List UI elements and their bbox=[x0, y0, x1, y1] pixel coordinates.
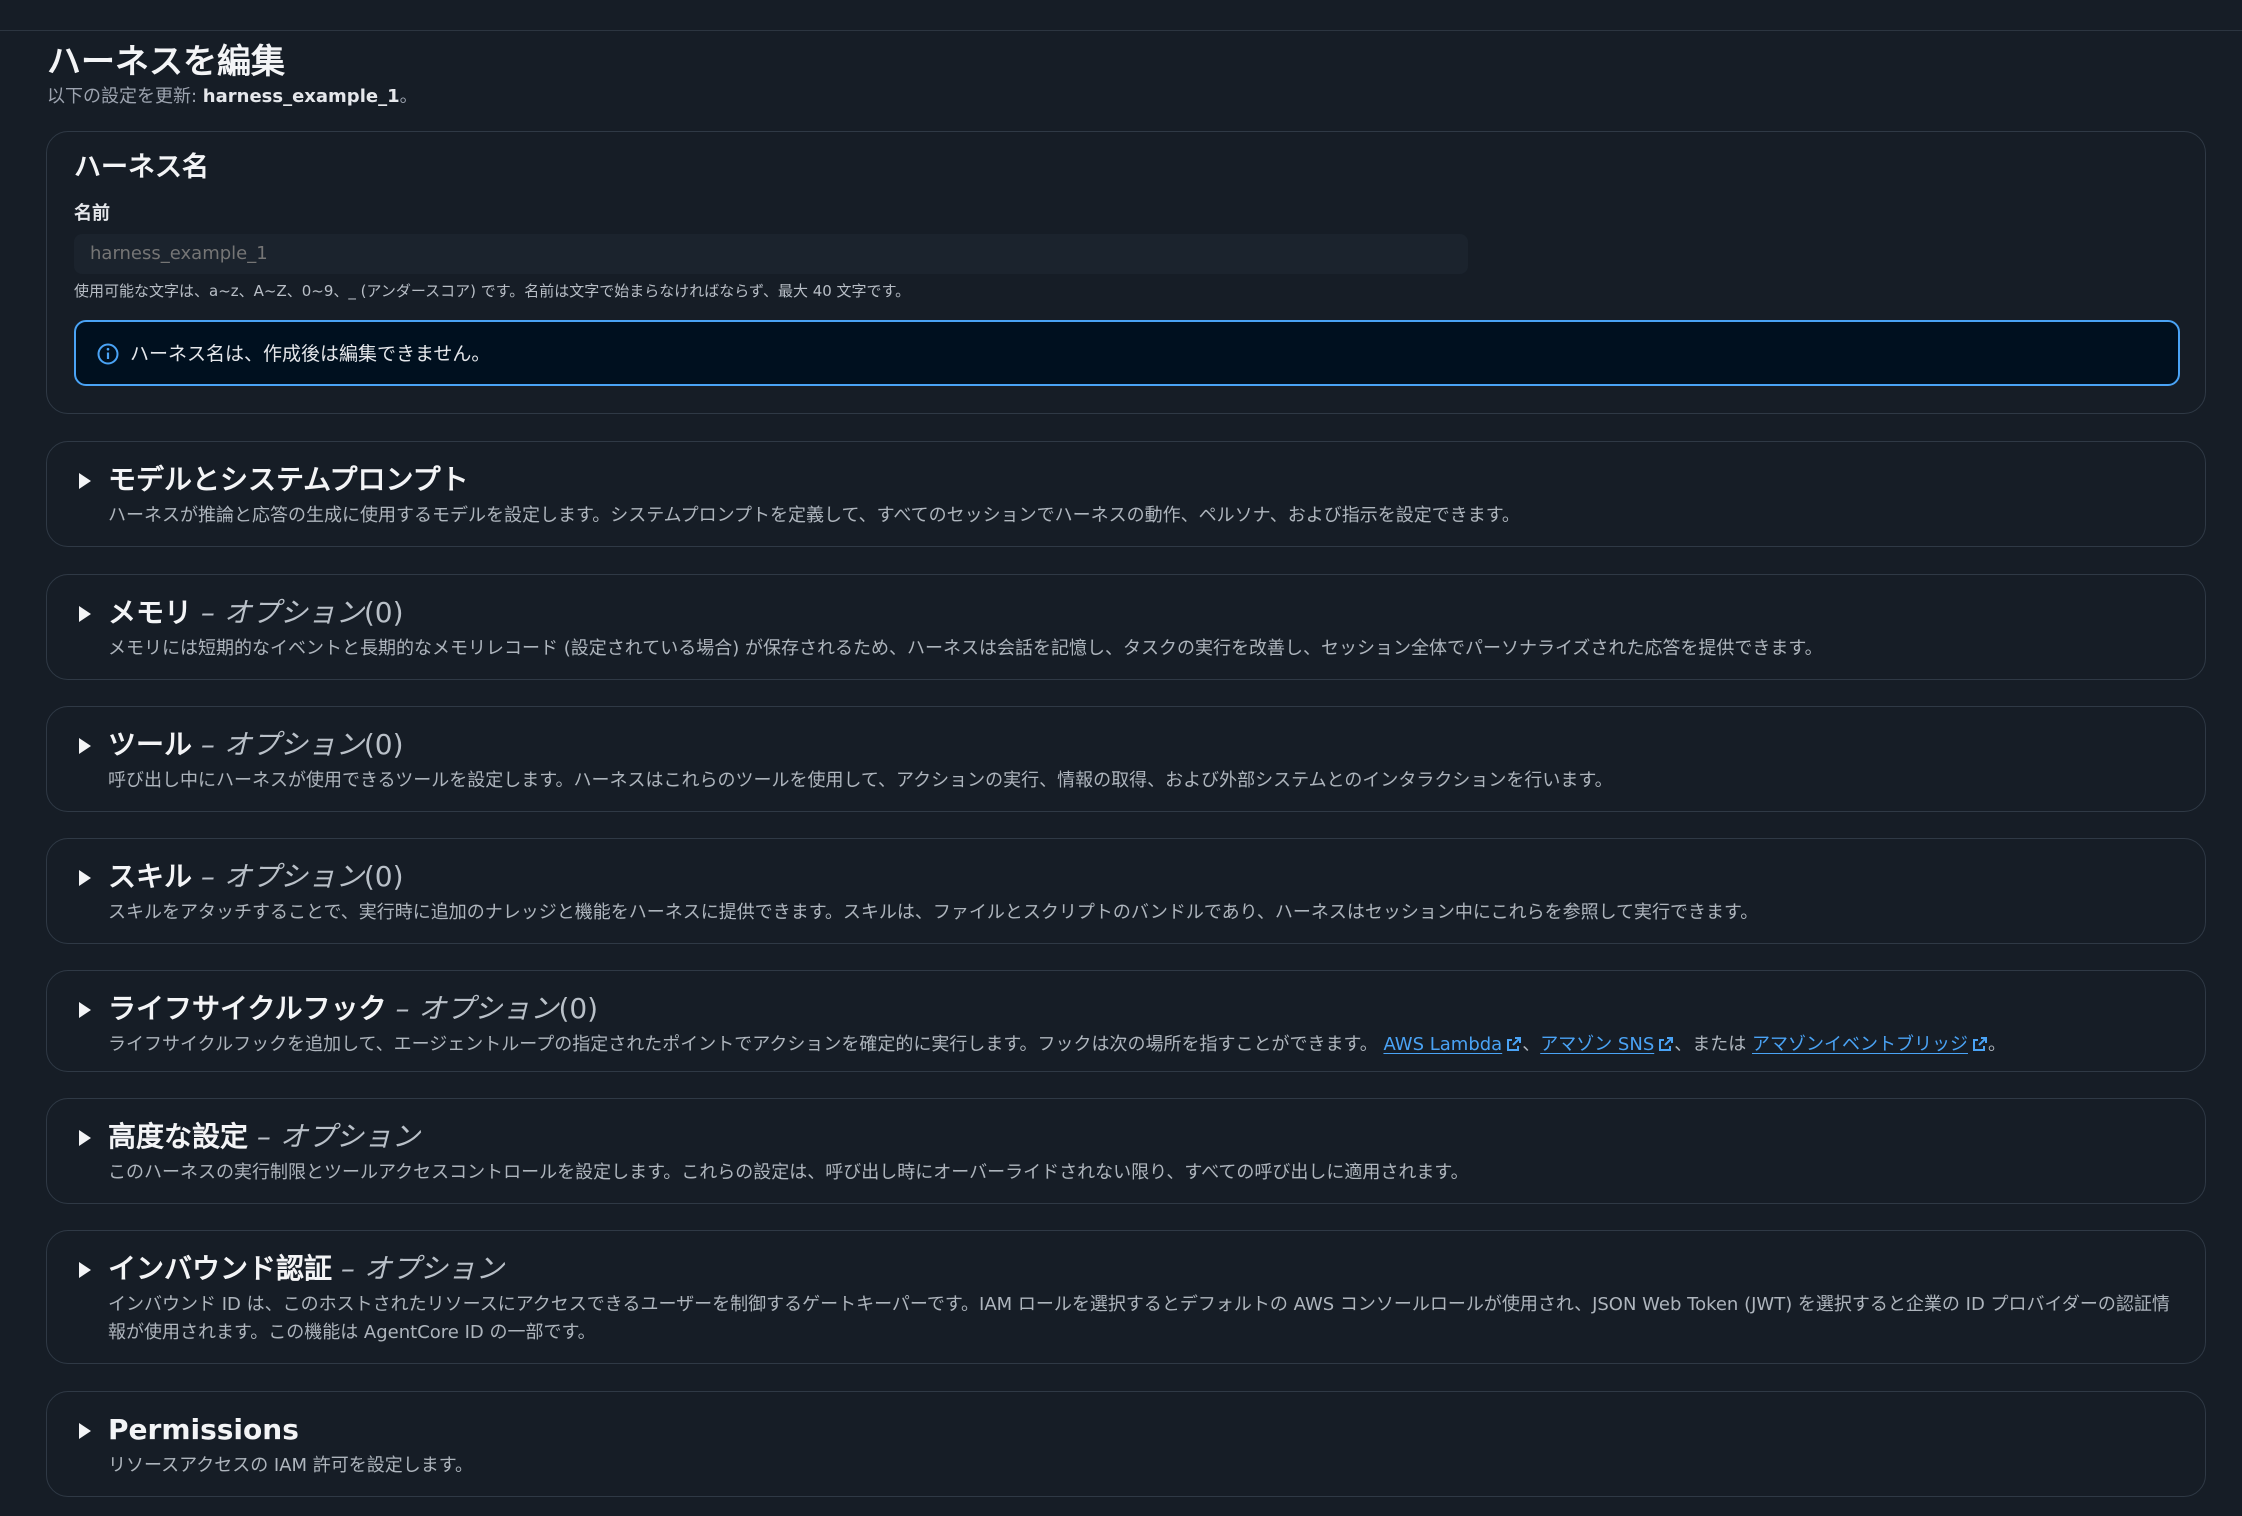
item-count: (0) bbox=[558, 992, 599, 1025]
page-title: ハーネスを編集 bbox=[47, 42, 285, 82]
dash: – bbox=[386, 992, 419, 1025]
section-model-system-prompt[interactable]: モデルとシステムプロンプト ハーネスが推論と応答の生成に使用するモデルを設定しま… bbox=[46, 441, 2206, 547]
optional-label: オプション bbox=[363, 1252, 504, 1285]
caret-right-icon[interactable] bbox=[77, 1422, 93, 1440]
section-title[interactable]: モデルとシステムプロンプト bbox=[108, 458, 469, 502]
section-tools[interactable]: ツール – オプション(0) 呼び出し中にハーネスが使用できるツールを設定します… bbox=[46, 706, 2206, 812]
caret-right-icon[interactable] bbox=[77, 1129, 93, 1147]
section-description: リソースアクセスの IAM 許可を設定します。 bbox=[108, 1455, 473, 1476]
amazon-sns-link[interactable]: アマゾン SNS bbox=[1540, 1034, 1674, 1055]
section-skills[interactable]: スキル – オプション(0) スキルをアタッチすることで、実行時に追加のナレッジ… bbox=[46, 838, 2206, 944]
section-description: インバウンド ID は、このホストされたリソースにアクセスできるユーザーを制御す… bbox=[108, 1294, 2170, 1343]
aws-lambda-link[interactable]: AWS Lambda bbox=[1383, 1034, 1522, 1055]
section-description: ライフサイクルフックを追加して、エージェントループの指定されたポイントでアクショ… bbox=[108, 1031, 2178, 1059]
caret-right-icon[interactable] bbox=[77, 1261, 93, 1279]
caret-right-icon[interactable] bbox=[77, 869, 93, 887]
section-title-text[interactable]: スキル bbox=[108, 860, 192, 893]
caret-right-icon[interactable] bbox=[77, 472, 93, 490]
optional-label: オプション bbox=[279, 1120, 420, 1153]
section-memory[interactable]: メモリ – オプション(0) メモリには短期的なイベントと長期的なメモリレコード… bbox=[46, 574, 2206, 680]
section-title-text[interactable]: Permissions bbox=[108, 1413, 299, 1446]
section-title-text[interactable]: インバウンド認証 bbox=[108, 1252, 332, 1285]
dash: – bbox=[192, 728, 224, 761]
subtitle-suffix: 。 bbox=[399, 86, 418, 107]
section-title[interactable]: メモリ – オプション(0) bbox=[108, 591, 404, 635]
aws-lambda-link-text[interactable]: AWS Lambda bbox=[1383, 1034, 1502, 1055]
harness-name-heading: ハーネス名 bbox=[74, 152, 209, 183]
name-field-label: 名前 bbox=[74, 203, 110, 224]
info-alert-text: ハーネス名は、作成後は編集できません。 bbox=[130, 343, 491, 365]
caret-right-icon[interactable] bbox=[77, 737, 93, 755]
section-permissions[interactable]: Permissions リソースアクセスの IAM 許可を設定します。 bbox=[46, 1391, 2206, 1497]
section-title-text[interactable]: ライフサイクルフック bbox=[108, 992, 387, 1025]
section-title[interactable]: 高度な設定 – オプション bbox=[108, 1115, 420, 1159]
dash: – bbox=[332, 1252, 364, 1285]
caret-right-icon[interactable] bbox=[77, 605, 93, 623]
name-input[interactable] bbox=[74, 234, 1468, 274]
item-count: (0) bbox=[363, 596, 404, 629]
section-description: 呼び出し中にハーネスが使用できるツールを設定します。ハーネスはこれらのツールを使… bbox=[108, 770, 1613, 791]
optional-label: オプション bbox=[418, 992, 559, 1025]
separator: 、 bbox=[1522, 1034, 1541, 1055]
section-advanced-settings[interactable]: 高度な設定 – オプション このハーネスの実行制限とツールアクセスコントロールを… bbox=[46, 1098, 2206, 1204]
optional-label: オプション bbox=[223, 728, 364, 761]
item-count: (0) bbox=[363, 728, 404, 761]
dash: – bbox=[192, 596, 224, 629]
section-title[interactable]: スキル – オプション(0) bbox=[108, 855, 404, 899]
dash: – bbox=[248, 1120, 280, 1153]
optional-label: オプション bbox=[223, 596, 364, 629]
section-title-text[interactable]: モデルとシステムプロンプト bbox=[108, 463, 469, 496]
section-description: ハーネスが推論と応答の生成に使用するモデルを設定します。システムプロンプトを定義… bbox=[108, 505, 1520, 526]
item-count: (0) bbox=[363, 860, 404, 893]
section-description: スキルをアタッチすることで、実行時に追加のナレッジと機能をハーネスに提供できます… bbox=[108, 902, 1759, 923]
section-title[interactable]: ツール – オプション(0) bbox=[108, 723, 404, 767]
section-title-text[interactable]: 高度な設定 bbox=[108, 1120, 248, 1153]
section-description: メモリには短期的なイベントと長期的なメモリレコード (設定されている場合) が保… bbox=[108, 638, 1823, 659]
info-alert: ハーネス名は、作成後は編集できません。 bbox=[74, 320, 2180, 386]
subtitle-prefix: 以下の設定を更新: bbox=[47, 86, 203, 107]
amazon-sns-link-text[interactable]: アマゾン SNS bbox=[1540, 1034, 1654, 1055]
caret-right-icon[interactable] bbox=[77, 1001, 93, 1019]
info-icon bbox=[97, 343, 119, 365]
external-link-icon bbox=[1972, 1037, 1987, 1051]
external-link-icon bbox=[1507, 1037, 1522, 1051]
section-lifecycle-hooks[interactable]: ライフサイクルフック – オプション(0) ライフサイクルフックを追加して、エー… bbox=[46, 970, 2206, 1072]
external-link-icon bbox=[1659, 1037, 1674, 1051]
description-text: ライフサイクルフックを追加して、エージェントループの指定されたポイントでアクショ… bbox=[108, 1034, 1378, 1055]
section-title-text[interactable]: ツール bbox=[108, 728, 192, 761]
name-constraint-hint: 使用可能な文字は、a~z、A~Z、0~9、_ (アンダースコア) です。名前は文… bbox=[74, 282, 911, 300]
section-title[interactable]: Permissions bbox=[108, 1408, 299, 1452]
amazon-eventbridge-link[interactable]: アマゾンイベントブリッジ bbox=[1752, 1034, 1988, 1055]
section-title-text[interactable]: メモリ bbox=[108, 596, 192, 629]
section-inbound-auth[interactable]: インバウンド認証 – オプション インバウンド ID は、このホストされたリソー… bbox=[46, 1230, 2206, 1364]
top-bar bbox=[0, 0, 2242, 31]
section-description: このハーネスの実行制限とツールアクセスコントロールを設定します。これらの設定は、… bbox=[108, 1162, 1469, 1183]
optional-label: オプション bbox=[223, 860, 364, 893]
edit-harness-page: ハーネスを編集 以下の設定を更新: harness_example_1。 ハーネ… bbox=[0, 31, 2242, 1516]
amazon-eventbridge-link-text[interactable]: アマゾンイベントブリッジ bbox=[1752, 1034, 1968, 1055]
harness-name-card: ハーネス名 名前 使用可能な文字は、a~z、A~Z、0~9、_ (アンダースコア… bbox=[46, 131, 2206, 414]
end-period: 。 bbox=[1987, 1034, 2006, 1055]
section-title[interactable]: ライフサイクルフック – オプション(0) bbox=[108, 987, 598, 1031]
section-title[interactable]: インバウンド認証 – オプション bbox=[108, 1247, 504, 1291]
dash: – bbox=[192, 860, 224, 893]
separator-or: 、または bbox=[1674, 1034, 1752, 1055]
harness-name: harness_example_1 bbox=[202, 86, 400, 107]
page-subtitle: 以下の設定を更新: harness_example_1。 bbox=[47, 83, 418, 111]
